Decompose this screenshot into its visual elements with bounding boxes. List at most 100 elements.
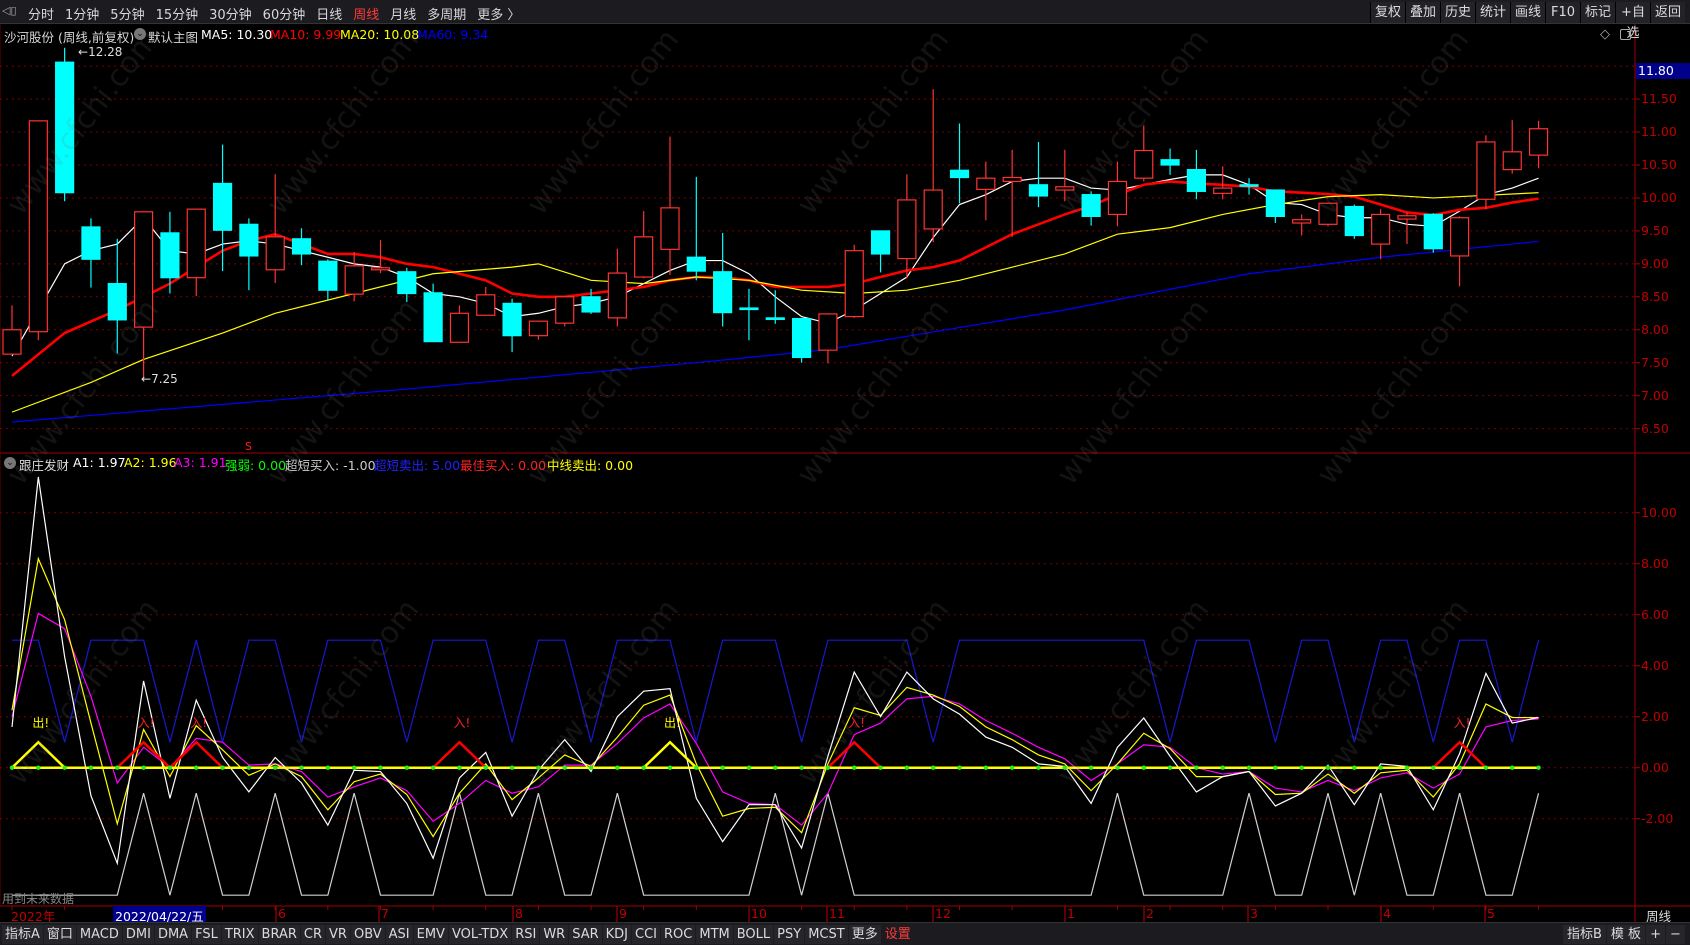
toolbar-button[interactable]: 返回 <box>1650 2 1685 23</box>
toolbar-button[interactable]: 历史 <box>1440 2 1475 23</box>
toolbar-button[interactable]: F10 <box>1545 2 1580 23</box>
indicator-b-control[interactable]: + <box>1646 925 1665 944</box>
strength-dot <box>115 765 120 770</box>
candle-down <box>686 256 706 272</box>
strength-dot <box>1457 765 1462 770</box>
candle-down <box>81 226 101 260</box>
indicator-tab[interactable]: MACD <box>76 925 122 944</box>
indicator-tab[interactable]: MCST <box>805 925 848 944</box>
date-axis-month: 1 <box>1067 906 1075 921</box>
future-data-note: 用到未来数据 <box>2 892 75 906</box>
indicator-marker: S <box>245 440 252 453</box>
period-tab[interactable]: 月线 <box>390 4 416 23</box>
strength-dot <box>746 765 752 770</box>
indicator-tab[interactable]: TRIX <box>221 925 258 944</box>
candle-down <box>1160 159 1180 166</box>
toolbar-button[interactable]: +自选 <box>1615 2 1650 41</box>
strength-dot <box>720 765 725 770</box>
indicator-tab[interactable]: CR <box>300 925 326 944</box>
date-axis-month: 10 <box>751 906 767 921</box>
indicator-b-control[interactable]: 指标B <box>1563 925 1606 944</box>
indicator-tab[interactable]: WR <box>540 925 569 944</box>
strength-dot <box>351 765 357 770</box>
period-tab[interactable]: 分时 <box>28 4 54 23</box>
indicator-tab[interactable]: BOLL <box>733 925 774 944</box>
indicator-tab[interactable]: ASI <box>385 925 413 944</box>
panel-toggle-icon[interactable] <box>1620 29 1631 40</box>
candle-up <box>1502 151 1522 171</box>
candle-down <box>239 223 259 257</box>
indicator-tab[interactable]: PSY <box>774 925 805 944</box>
indicator-tab[interactable]: VOL-TDX <box>448 925 512 944</box>
toolbar-buttons: 复权 叠加 历史 统计 画线 F10 标记 +自选 返回 <box>1370 2 1685 41</box>
date-axis-month: 2 <box>1146 906 1154 921</box>
price-axis-label: 8.00 <box>1641 321 1669 337</box>
candle-down <box>423 292 443 343</box>
period-tab[interactable]: 多周期 <box>427 4 466 23</box>
strength-dot <box>694 765 699 770</box>
indicator-axis-label: 2.00 <box>1641 708 1669 724</box>
candle-up <box>897 199 917 260</box>
indicator-b-controls: 指标B 模 板 + − <box>1563 925 1686 944</box>
candle-up <box>1476 141 1496 200</box>
strength-dot <box>1378 765 1383 770</box>
toolbar-button[interactable]: 画线 <box>1510 2 1545 23</box>
price-axis-label: 10.50 <box>1641 157 1677 172</box>
toolbar-button[interactable]: 统计 <box>1475 2 1510 23</box>
period-tab[interactable]: 日线 <box>316 4 342 23</box>
strength-dot <box>878 765 883 770</box>
candle-up <box>186 208 206 279</box>
period-tab[interactable]: 15分钟 <box>156 4 199 23</box>
indicator-tab[interactable]: RSI <box>512 925 540 944</box>
period-tab[interactable]: 60分钟 <box>263 4 306 23</box>
indicator-tab[interactable]: 设置 <box>882 925 914 944</box>
indicator-tab[interactable]: MTM <box>696 925 733 944</box>
buy-signal-label: 入! <box>137 716 155 731</box>
indicator-tab[interactable]: BRAR <box>258 925 300 944</box>
candle-down <box>1028 184 1049 197</box>
indicator-tab[interactable]: FSL <box>192 925 221 944</box>
a1-value: A1: 1.97 <box>73 455 126 470</box>
toolbar-button[interactable]: 复权 <box>1370 2 1405 23</box>
ma5-value: MA5: 10.30 <box>201 27 273 42</box>
window-toggle-icon[interactable]: ◁▯ <box>2 4 18 19</box>
strength-dot <box>1299 765 1304 770</box>
indicator-tab[interactable]: 指标A <box>2 925 43 944</box>
current-price-label: 11.80 <box>1636 63 1690 79</box>
indicator-tab[interactable]: OBV <box>350 925 385 944</box>
strength-dot <box>773 765 778 770</box>
candle-down <box>212 182 233 231</box>
indicator-tab[interactable]: DMI <box>122 925 154 944</box>
strength-dot <box>1510 765 1515 770</box>
indicator-tab[interactable]: VR <box>326 925 350 944</box>
indicator-axis-label: 6.00 <box>1641 606 1669 622</box>
candle-up <box>660 207 680 250</box>
indicator-axis-label: 4.00 <box>1641 657 1669 673</box>
strength-dot <box>1141 765 1146 770</box>
ma10-value: MA10: 9.99 <box>270 27 342 42</box>
period-tab[interactable]: 5分钟 <box>110 4 144 23</box>
indicator-tab[interactable]: CCI <box>632 925 661 944</box>
toolbar-button[interactable]: 标记 <box>1580 2 1615 23</box>
indicator-tab[interactable]: 更多 <box>848 925 881 944</box>
period-tab[interactable]: 30分钟 <box>209 4 252 23</box>
strength-dot <box>141 765 146 770</box>
candle-down <box>870 230 891 255</box>
period-tab[interactable]: 更多 〉 <box>477 4 520 23</box>
period-tab[interactable]: 周线 <box>353 4 379 23</box>
chart-stage[interactable]: ◁▯ 分时 1分钟 5分钟 15分钟 30分钟 60分钟 日线 周线 月线 多周期 更多 〉 复权叠… <box>0 0 1690 945</box>
indicator-tab[interactable]: 窗口 <box>43 925 76 944</box>
indicator-tab[interactable]: KDJ <box>602 925 632 944</box>
indicator-tab[interactable]: ROC <box>661 925 696 944</box>
indicator-tab[interactable]: EMV <box>413 925 448 944</box>
indicator-b-control[interactable]: − <box>1665 925 1685 944</box>
diamond-icon[interactable]: ◇ <box>1600 27 1610 42</box>
indicator-b-control[interactable]: 模 板 <box>1606 925 1646 944</box>
stock-title: 沙河股份 (周线,前复权) <box>4 30 135 45</box>
date-axis-month: 4 <box>1383 906 1391 921</box>
indicator-tab[interactable]: DMA <box>154 925 192 944</box>
candle-up <box>476 294 496 316</box>
toolbar-button[interactable]: 叠加 <box>1405 2 1440 23</box>
period-tab[interactable]: 1分钟 <box>65 4 99 23</box>
indicator-tab[interactable]: SAR <box>569 925 602 944</box>
